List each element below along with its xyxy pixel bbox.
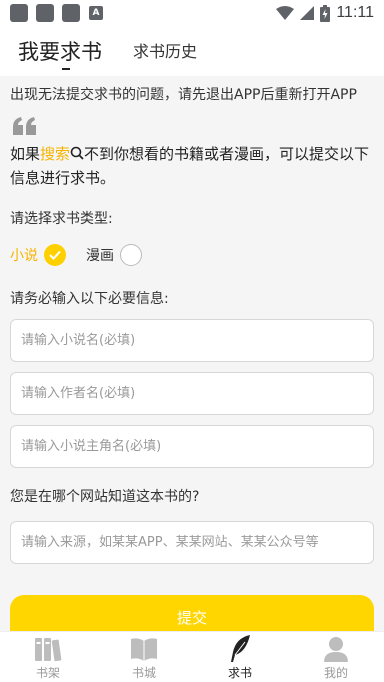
nav-label: 书城 [131, 666, 156, 680]
source-input[interactable] [10, 521, 374, 564]
notification-square-icon [36, 4, 54, 22]
type-option-label: 漫画 [86, 248, 114, 264]
top-tab-bar: 我要求书 求书历史 [0, 26, 384, 76]
check-circle-icon[interactable] [44, 244, 66, 266]
nav-label: 我的 [323, 666, 348, 680]
novel-name-input[interactable] [10, 319, 374, 362]
search-link[interactable]: 搜索 [40, 145, 70, 163]
status-indicators: 11:11 [276, 4, 374, 22]
tab-indicator [62, 68, 70, 70]
a-icon: A [89, 6, 103, 20]
nav-item-profile[interactable]: 我的 [288, 632, 384, 682]
type-option-comic[interactable]: 漫画 [86, 244, 142, 266]
notice-banner: 出现无法提交求书的问题，请先退出APP后重新打开APP [0, 76, 384, 110]
empty-circle-icon[interactable] [120, 244, 142, 266]
type-section-label: 请选择求书类型: [10, 211, 113, 227]
intro-prefix: 如果 [10, 145, 41, 163]
nav-item-request-book[interactable]: 求书 [192, 632, 288, 682]
type-option-label: 小说 [10, 248, 38, 264]
type-option-novel[interactable]: 小说 [10, 244, 66, 266]
wifi-icon [276, 6, 295, 20]
nav-label: 求书 [227, 666, 252, 680]
user-icon [321, 635, 351, 663]
open-book-icon [129, 635, 159, 663]
bottom-nav: 书架 书城 求书 我的 [0, 631, 384, 682]
signal-icon [300, 6, 315, 20]
submit-label: 提交 [176, 609, 207, 627]
nav-item-bookstore[interactable]: 书城 [96, 632, 192, 682]
quote-icon [13, 117, 36, 135]
status-bar: A 11:11 [0, 0, 384, 26]
book-type-selector: 小说 漫画 [10, 244, 162, 266]
status-time: 11:11 [336, 4, 374, 21]
author-name-input[interactable] [10, 372, 374, 415]
tab-request-history[interactable]: 求书历史 [133, 38, 197, 62]
notification-square-icon [62, 4, 80, 22]
protagonist-name-input[interactable] [10, 425, 374, 468]
notification-square-icon [10, 4, 28, 22]
required-section-label: 请务必输入以下必要信息: [10, 291, 169, 307]
bookshelf-icon [33, 635, 63, 663]
battery-icon [320, 4, 331, 22]
source-section-label: 您是在哪个网站知道这本书的? [10, 489, 200, 505]
nav-label: 书架 [35, 666, 60, 680]
intro-text: 如果搜索 不到你想看的书籍或者漫画，可以提交以下信息进行求书。 [10, 142, 376, 190]
nav-item-bookshelf[interactable]: 书架 [0, 632, 96, 682]
search-icon[interactable] [70, 146, 84, 160]
feather-quill-icon [225, 635, 255, 663]
tab-request-book[interactable]: 我要求书 [18, 36, 102, 66]
